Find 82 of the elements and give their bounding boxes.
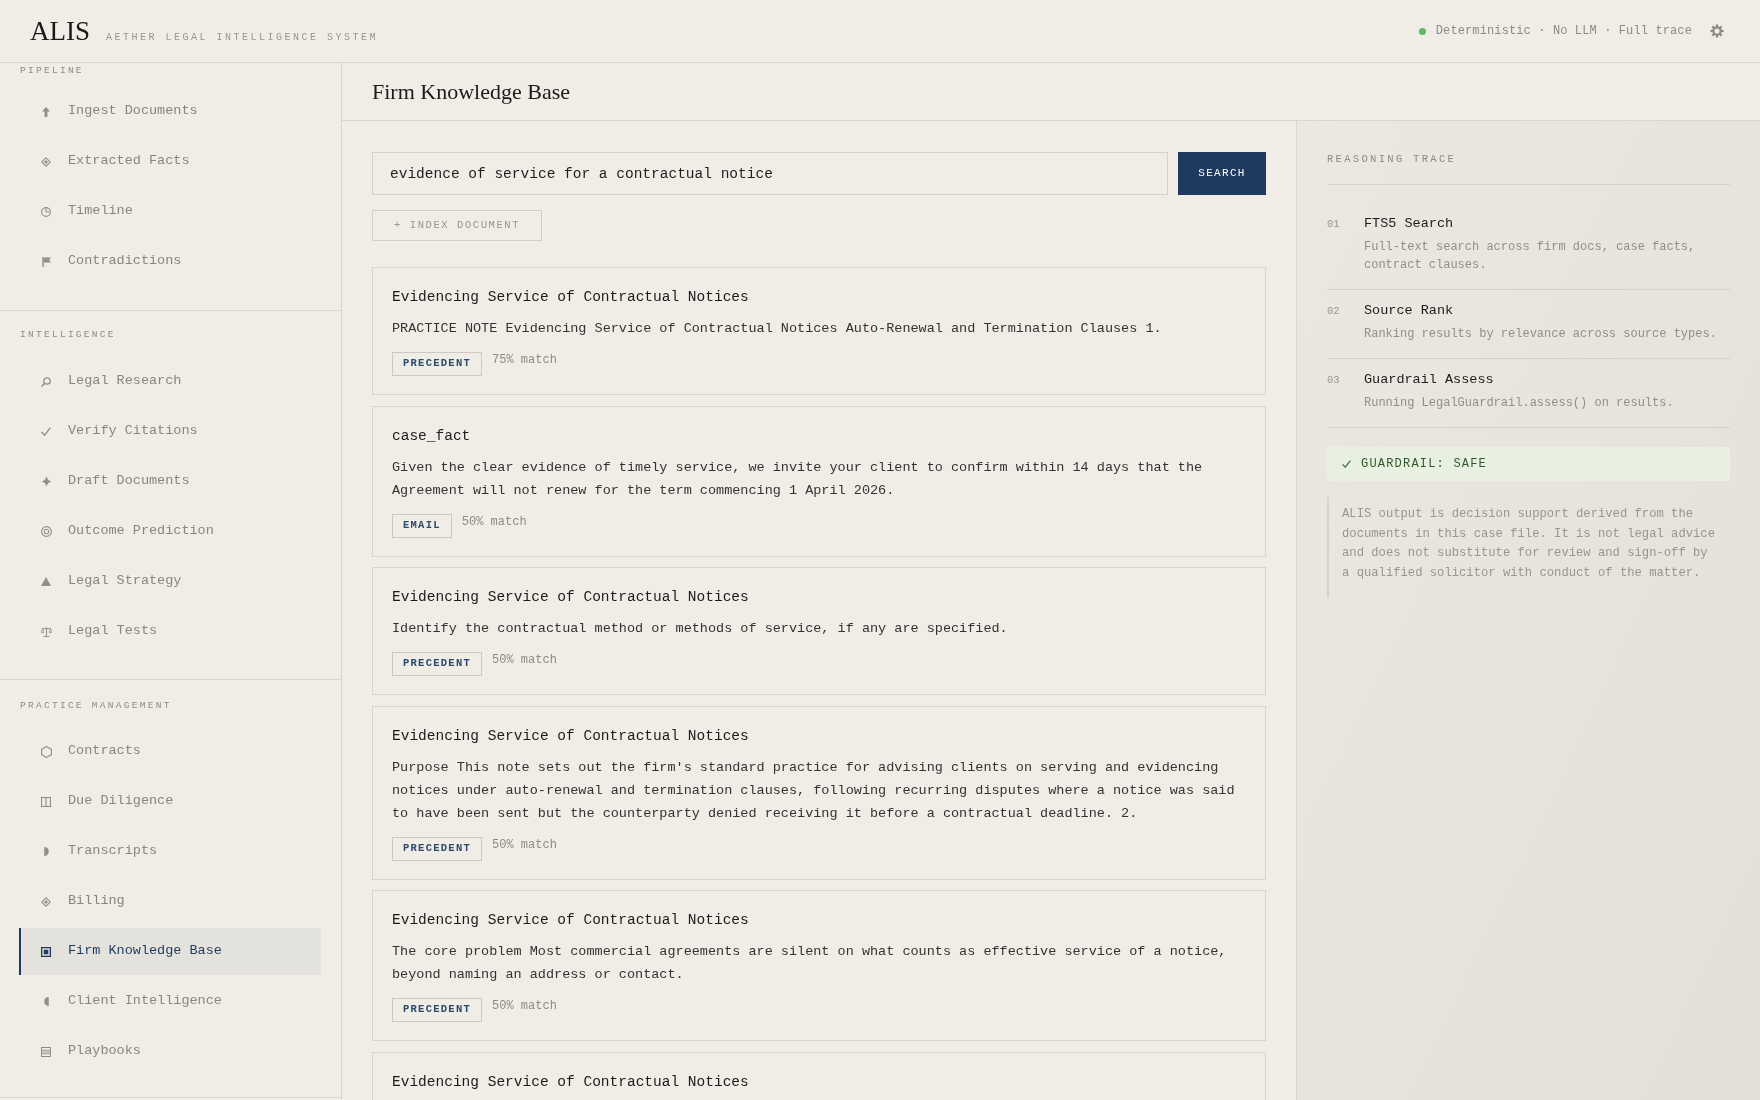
result-title: Evidencing Service of Contractual Notices xyxy=(392,288,750,307)
disclaimer-note: ALIS output is decision support derived from the documents in this case file. It is not legal advice and does not substitute for review and sign-off by a qualified solicitor with conduct of the matter. xyxy=(1327,497,1730,598)
match-score: 75% match xyxy=(492,352,557,368)
nav-item[interactable]: Billing xyxy=(19,878,321,925)
nav-item[interactable]: Draft Documents xyxy=(19,458,321,505)
page-title: Firm Knowledge Base xyxy=(372,77,570,106)
match-score: 50% match xyxy=(492,998,557,1014)
section-label: INTELLIGENCE xyxy=(19,329,117,340)
result-card[interactable]: Evidencing Service of Contractual Notices Identify the contractual method or methods of service, if any are specified. PRECEDENT 50% match xyxy=(372,567,1266,695)
search-icon xyxy=(41,376,51,387)
source-tag: PRECEDENT xyxy=(392,836,483,861)
nav-item[interactable]: Extracted Facts xyxy=(19,138,321,185)
step-title: FTS5 Search xyxy=(1364,215,1454,233)
result-card[interactable]: Evidencing Service of Contractual Notices xyxy=(372,1051,1266,1100)
triangle-icon xyxy=(41,577,51,586)
nav-item[interactable]: Contradictions xyxy=(19,238,321,285)
match-score: 50% match xyxy=(492,836,557,853)
step-title: Guardrail Assess xyxy=(1364,371,1494,389)
result-title: Evidencing Service of Contractual Notices xyxy=(392,588,750,607)
app-name: ALIS xyxy=(30,15,90,47)
index-document-button[interactable]: + INDEX DOCUMENT xyxy=(372,210,543,241)
app-subtitle: AETHER LEGAL INTELLIGENCE SYSTEM xyxy=(106,31,379,45)
scales-icon xyxy=(40,626,52,637)
nav-item[interactable]: Contracts xyxy=(19,728,321,775)
match-score: 50% match xyxy=(492,652,557,668)
source-tag: PRECEDENT xyxy=(392,652,483,676)
nav-item[interactable]: Timeline xyxy=(19,188,321,235)
nav-item[interactable]: Legal Research xyxy=(19,358,321,405)
source-tag: EMAIL xyxy=(392,513,452,538)
result-snippet: Purpose This note sets out the firm's standard practice for advising clients on serving and evidencing notices under auto-renewal and termination clauses, following recurring disputes where a notice was said to have been sent but the counterparty denied receiving it before a contractual deadline. 2. xyxy=(392,758,1236,823)
step-number: 01 xyxy=(1327,217,1341,232)
hexagon-icon xyxy=(40,745,52,758)
guardrail-status: GUARDRAIL: SAFE xyxy=(1361,456,1488,473)
sparkle-icon xyxy=(40,476,52,487)
result-card[interactable]: case_fact Given the clear evidence of timely service, we invite your client to confirm within 14 days that the Agreement will not renew for the term commencing 1 April 2026. EMAIL 50% match xyxy=(372,405,1266,557)
settings-icon[interactable] xyxy=(1710,24,1724,38)
nav-item[interactable]: Legal Tests xyxy=(19,608,321,655)
checkmark-icon xyxy=(41,427,51,436)
section-label: PRACTICE MANAGEMENT xyxy=(19,700,173,711)
result-title: case_fact xyxy=(392,426,472,446)
source-tag: PRECEDENT xyxy=(392,352,483,376)
nav-item[interactable]: Legal Strategy xyxy=(19,558,321,605)
nav-item[interactable]: Verify Citations xyxy=(19,408,321,455)
source-tag: PRECEDENT xyxy=(392,998,483,1022)
step-title: Source Rank xyxy=(1364,302,1454,320)
step-description: Ranking results by relevance across source types. xyxy=(1364,326,1717,343)
nav-item[interactable]: Ingest Documents xyxy=(19,88,321,135)
result-snippet: Given the clear evidence of timely service, we invite your client to confirm within 14 days that the Agreement will not renew for the term commencing 1 April 2026. xyxy=(392,458,1204,500)
section-label: PIPELINE xyxy=(19,65,85,76)
lined-square-icon xyxy=(41,1046,51,1057)
checkmark-icon xyxy=(1342,460,1351,468)
diamond-icon xyxy=(41,896,51,907)
nav-item[interactable]: Firm Knowledge Base xyxy=(19,928,321,975)
match-score: 50% match xyxy=(461,513,527,530)
result-card[interactable] xyxy=(372,705,1266,880)
nav-item[interactable]: Playbooks xyxy=(19,1028,321,1075)
step-description: Running LegalGuardrail.assess() on results. xyxy=(1364,395,1674,412)
nav-item[interactable]: Outcome Prediction xyxy=(19,508,321,555)
search-field[interactable]: evidence of service for a contractual notice xyxy=(372,152,1168,195)
search-button[interactable]: SEARCH xyxy=(1178,152,1266,195)
step-description: Full-text search across firm docs, case facts, contract clauses. xyxy=(1364,239,1697,274)
nav-item[interactable]: Due Diligence xyxy=(19,778,321,825)
clock-icon xyxy=(41,206,51,217)
panel-heading: REASONING TRACE xyxy=(1327,153,1458,165)
result-title: Evidencing Service of Contractual Notices xyxy=(392,1072,750,1092)
result-snippet: PRACTICE NOTE Evidencing Service of Contractual Notices Auto-Renewal and Termination Clauses 1. xyxy=(392,320,1163,338)
result-title: Evidencing Service of Contractual Notices xyxy=(392,726,750,746)
result-card[interactable] xyxy=(372,890,1266,1041)
up-arrow-icon xyxy=(42,106,50,117)
nav-item[interactable]: Transcripts xyxy=(19,828,321,875)
nav-item[interactable]: Client Intelligence xyxy=(19,978,321,1025)
result-card[interactable]: Evidencing Service of Contractual Notices PRACTICE NOTE Evidencing Service of Contractual Notices Auto-Renewal and Termination Clauses 1. PRECEDENT 75% match xyxy=(372,267,1266,395)
step-number: 03 xyxy=(1327,373,1341,388)
target-icon xyxy=(40,526,52,537)
result-snippet: The core problem Most commercial agreements are silent on what counts as effective service of a notice, beyond naming an address or contact. xyxy=(392,943,1228,984)
result-title: Evidencing Service of Contractual Notices xyxy=(392,911,750,930)
result-snippet: Identify the contractual method or methods of service, if any are specified. xyxy=(392,620,1009,638)
status-text: Deterministic · No LLM · Full trace xyxy=(1435,23,1692,40)
flag-icon xyxy=(41,256,51,267)
step-number: 02 xyxy=(1327,304,1341,319)
split-square-icon xyxy=(41,796,51,807)
diamond-icon xyxy=(41,156,51,167)
